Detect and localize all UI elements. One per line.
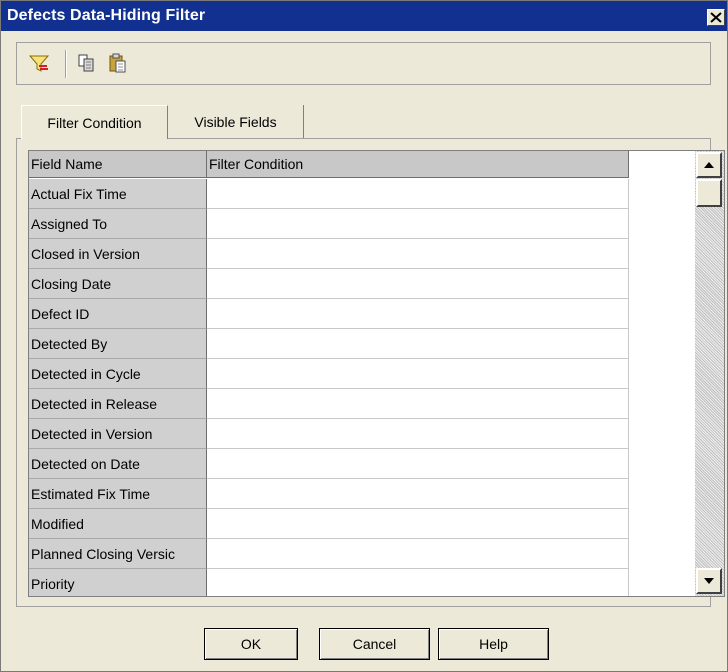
field-name-cell: Planned Closing Versic [29, 539, 207, 569]
filter-condition-cell[interactable] [207, 329, 629, 359]
scroll-up-button[interactable] [696, 152, 722, 178]
grid-header: Field Name Filter Condition [29, 151, 629, 179]
cancel-button[interactable]: Cancel [319, 628, 430, 660]
table-row[interactable]: Defect ID [29, 299, 629, 329]
field-name-cell: Actual Fix Time [29, 179, 207, 209]
column-header-field-name[interactable]: Field Name [29, 151, 207, 178]
ok-button[interactable]: OK [204, 628, 298, 660]
arrow-up-icon [704, 162, 714, 168]
filter-condition-cell[interactable] [207, 449, 629, 479]
field-name-cell: Detected in Release [29, 389, 207, 419]
table-row[interactable]: Detected in Release [29, 389, 629, 419]
table-row[interactable]: Detected in Version [29, 419, 629, 449]
window-title: Defects Data-Hiding Filter [7, 7, 206, 24]
field-name-cell: Closed in Version [29, 239, 207, 269]
filter-icon [28, 55, 50, 72]
tab-label: Filter Condition [47, 114, 142, 131]
field-name-cell: Detected in Version [29, 419, 207, 449]
table-row[interactable]: Estimated Fix Time [29, 479, 629, 509]
tab-filter-condition[interactable]: Filter Condition [21, 105, 168, 139]
table-row[interactable]: Closed in Version [29, 239, 629, 269]
column-header-filter-condition[interactable]: Filter Condition [207, 151, 629, 178]
field-name-cell: Priority [29, 569, 207, 596]
paste-button[interactable] [103, 50, 131, 76]
title-bar[interactable]: Defects Data-Hiding Filter [1, 1, 727, 31]
filter-condition-cell[interactable] [207, 419, 629, 449]
field-name-cell: Detected on Date [29, 449, 207, 479]
filter-condition-cell[interactable] [207, 479, 629, 509]
filter-button[interactable] [25, 50, 53, 76]
field-name-cell: Closing Date [29, 269, 207, 299]
field-name-cell: Detected By [29, 329, 207, 359]
table-row[interactable]: Planned Closing Versic [29, 539, 629, 569]
help-button[interactable]: Help [438, 628, 549, 660]
field-name-cell: Defect ID [29, 299, 207, 329]
paste-icon [109, 53, 126, 73]
field-name-cell: Detected in Cycle [29, 359, 207, 389]
arrow-down-icon [704, 578, 714, 584]
table-row[interactable]: Closing Date [29, 269, 629, 299]
table-row[interactable]: Detected on Date [29, 449, 629, 479]
table-row[interactable]: Actual Fix Time [29, 179, 629, 209]
dialog-window: Defects Data-Hiding Filter Filter Condit… [0, 0, 728, 672]
table-row[interactable]: Detected in Cycle [29, 359, 629, 389]
filter-condition-cell[interactable] [207, 269, 629, 299]
tab-visible-fields[interactable]: Visible Fields [168, 105, 304, 138]
table-row[interactable]: Priority [29, 569, 629, 596]
field-name-cell: Estimated Fix Time [29, 479, 207, 509]
filter-condition-cell[interactable] [207, 569, 629, 596]
filter-condition-cell[interactable] [207, 509, 629, 539]
filter-condition-cell[interactable] [207, 179, 629, 209]
tab-label: Visible Fields [194, 113, 277, 130]
field-name-cell: Assigned To [29, 209, 207, 239]
table-row[interactable]: Detected By [29, 329, 629, 359]
copy-button[interactable] [73, 50, 101, 76]
toolbar [16, 42, 711, 85]
vertical-scrollbar[interactable] [695, 151, 724, 596]
filter-condition-cell[interactable] [207, 209, 629, 239]
close-icon [710, 12, 722, 23]
table-row[interactable]: Modified [29, 509, 629, 539]
filter-condition-cell[interactable] [207, 389, 629, 419]
filter-condition-cell[interactable] [207, 239, 629, 269]
filter-condition-cell[interactable] [207, 359, 629, 389]
scroll-down-button[interactable] [696, 568, 722, 594]
filter-condition-cell[interactable] [207, 539, 629, 569]
toolbar-separator [65, 50, 67, 78]
copy-icon [78, 54, 94, 72]
filter-condition-cell[interactable] [207, 299, 629, 329]
scroll-thumb[interactable] [696, 179, 722, 207]
table-row[interactable]: Assigned To [29, 209, 629, 239]
filter-grid: Field Name Filter Condition Actual Fix T… [28, 150, 725, 597]
close-button[interactable] [707, 9, 725, 26]
field-name-cell: Modified [29, 509, 207, 539]
